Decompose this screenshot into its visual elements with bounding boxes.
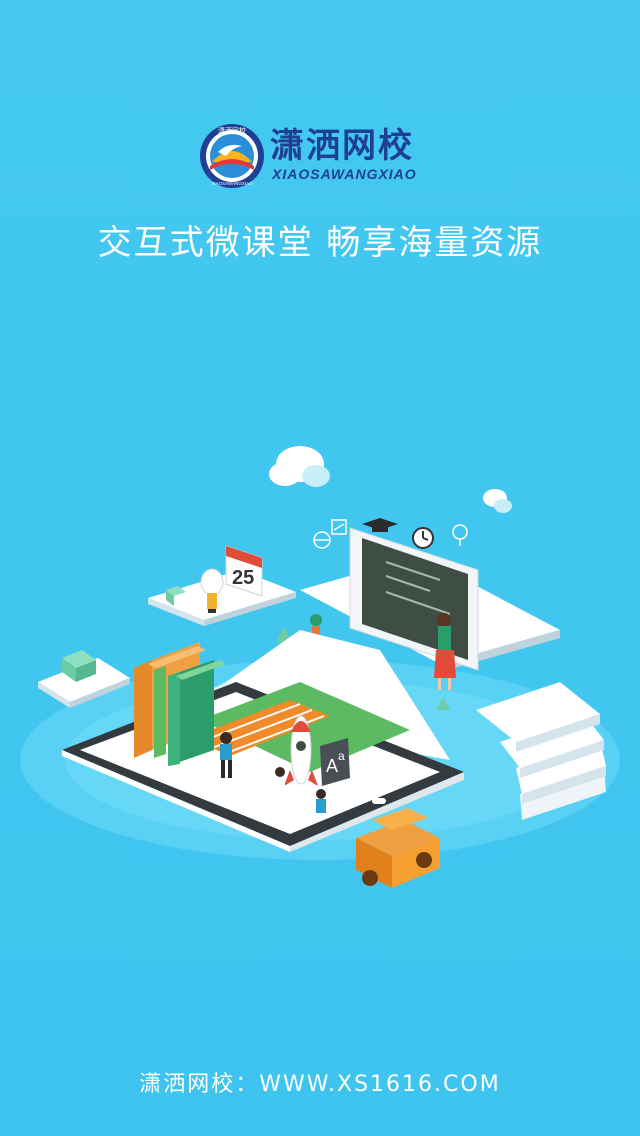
calendar-icon: 25: [225, 545, 263, 597]
calendar-day: 25: [232, 567, 254, 589]
chart-icon: [331, 519, 347, 535]
student-figure: [275, 767, 285, 791]
potted-plant-icon: [310, 614, 322, 636]
graduation-cap-icon: [362, 518, 398, 532]
slogan: 交互式微课堂 畅享海量资源: [97, 223, 543, 263]
cloud-icon: [483, 489, 512, 513]
footer-website: 潇洒网校：WWW.XS1616.COM: [139, 1072, 501, 1097]
student-figure: [316, 789, 326, 813]
font-tile: A a: [320, 738, 350, 786]
font-tile-letter: A: [326, 756, 338, 776]
globe-icon: [313, 531, 331, 549]
logo-emblem-top-text: 潇洒网校: [218, 126, 246, 135]
cloud-icon: [269, 446, 330, 487]
brand-logo: 潇洒网校 XIAOSAWANGXIAO 潇洒网校 XIAOSAWANGXIAO: [198, 122, 448, 190]
books-stack: [134, 642, 226, 766]
clock-icon: [412, 527, 434, 549]
hero-illustration: 25 A a: [20, 446, 620, 888]
brand-name-en: XIAOSAWANGXIAO: [272, 166, 417, 182]
idea-icon: [452, 524, 468, 546]
font-tile-superscript: a: [338, 749, 345, 763]
brand-name-cn: 潇洒网校: [270, 126, 414, 166]
logo-emblem-icon: 潇洒网校 XIAOSAWANGXIAO: [200, 124, 264, 188]
logo-emblem-bottom-text: XIAOSAWANGXIAO: [211, 181, 253, 186]
